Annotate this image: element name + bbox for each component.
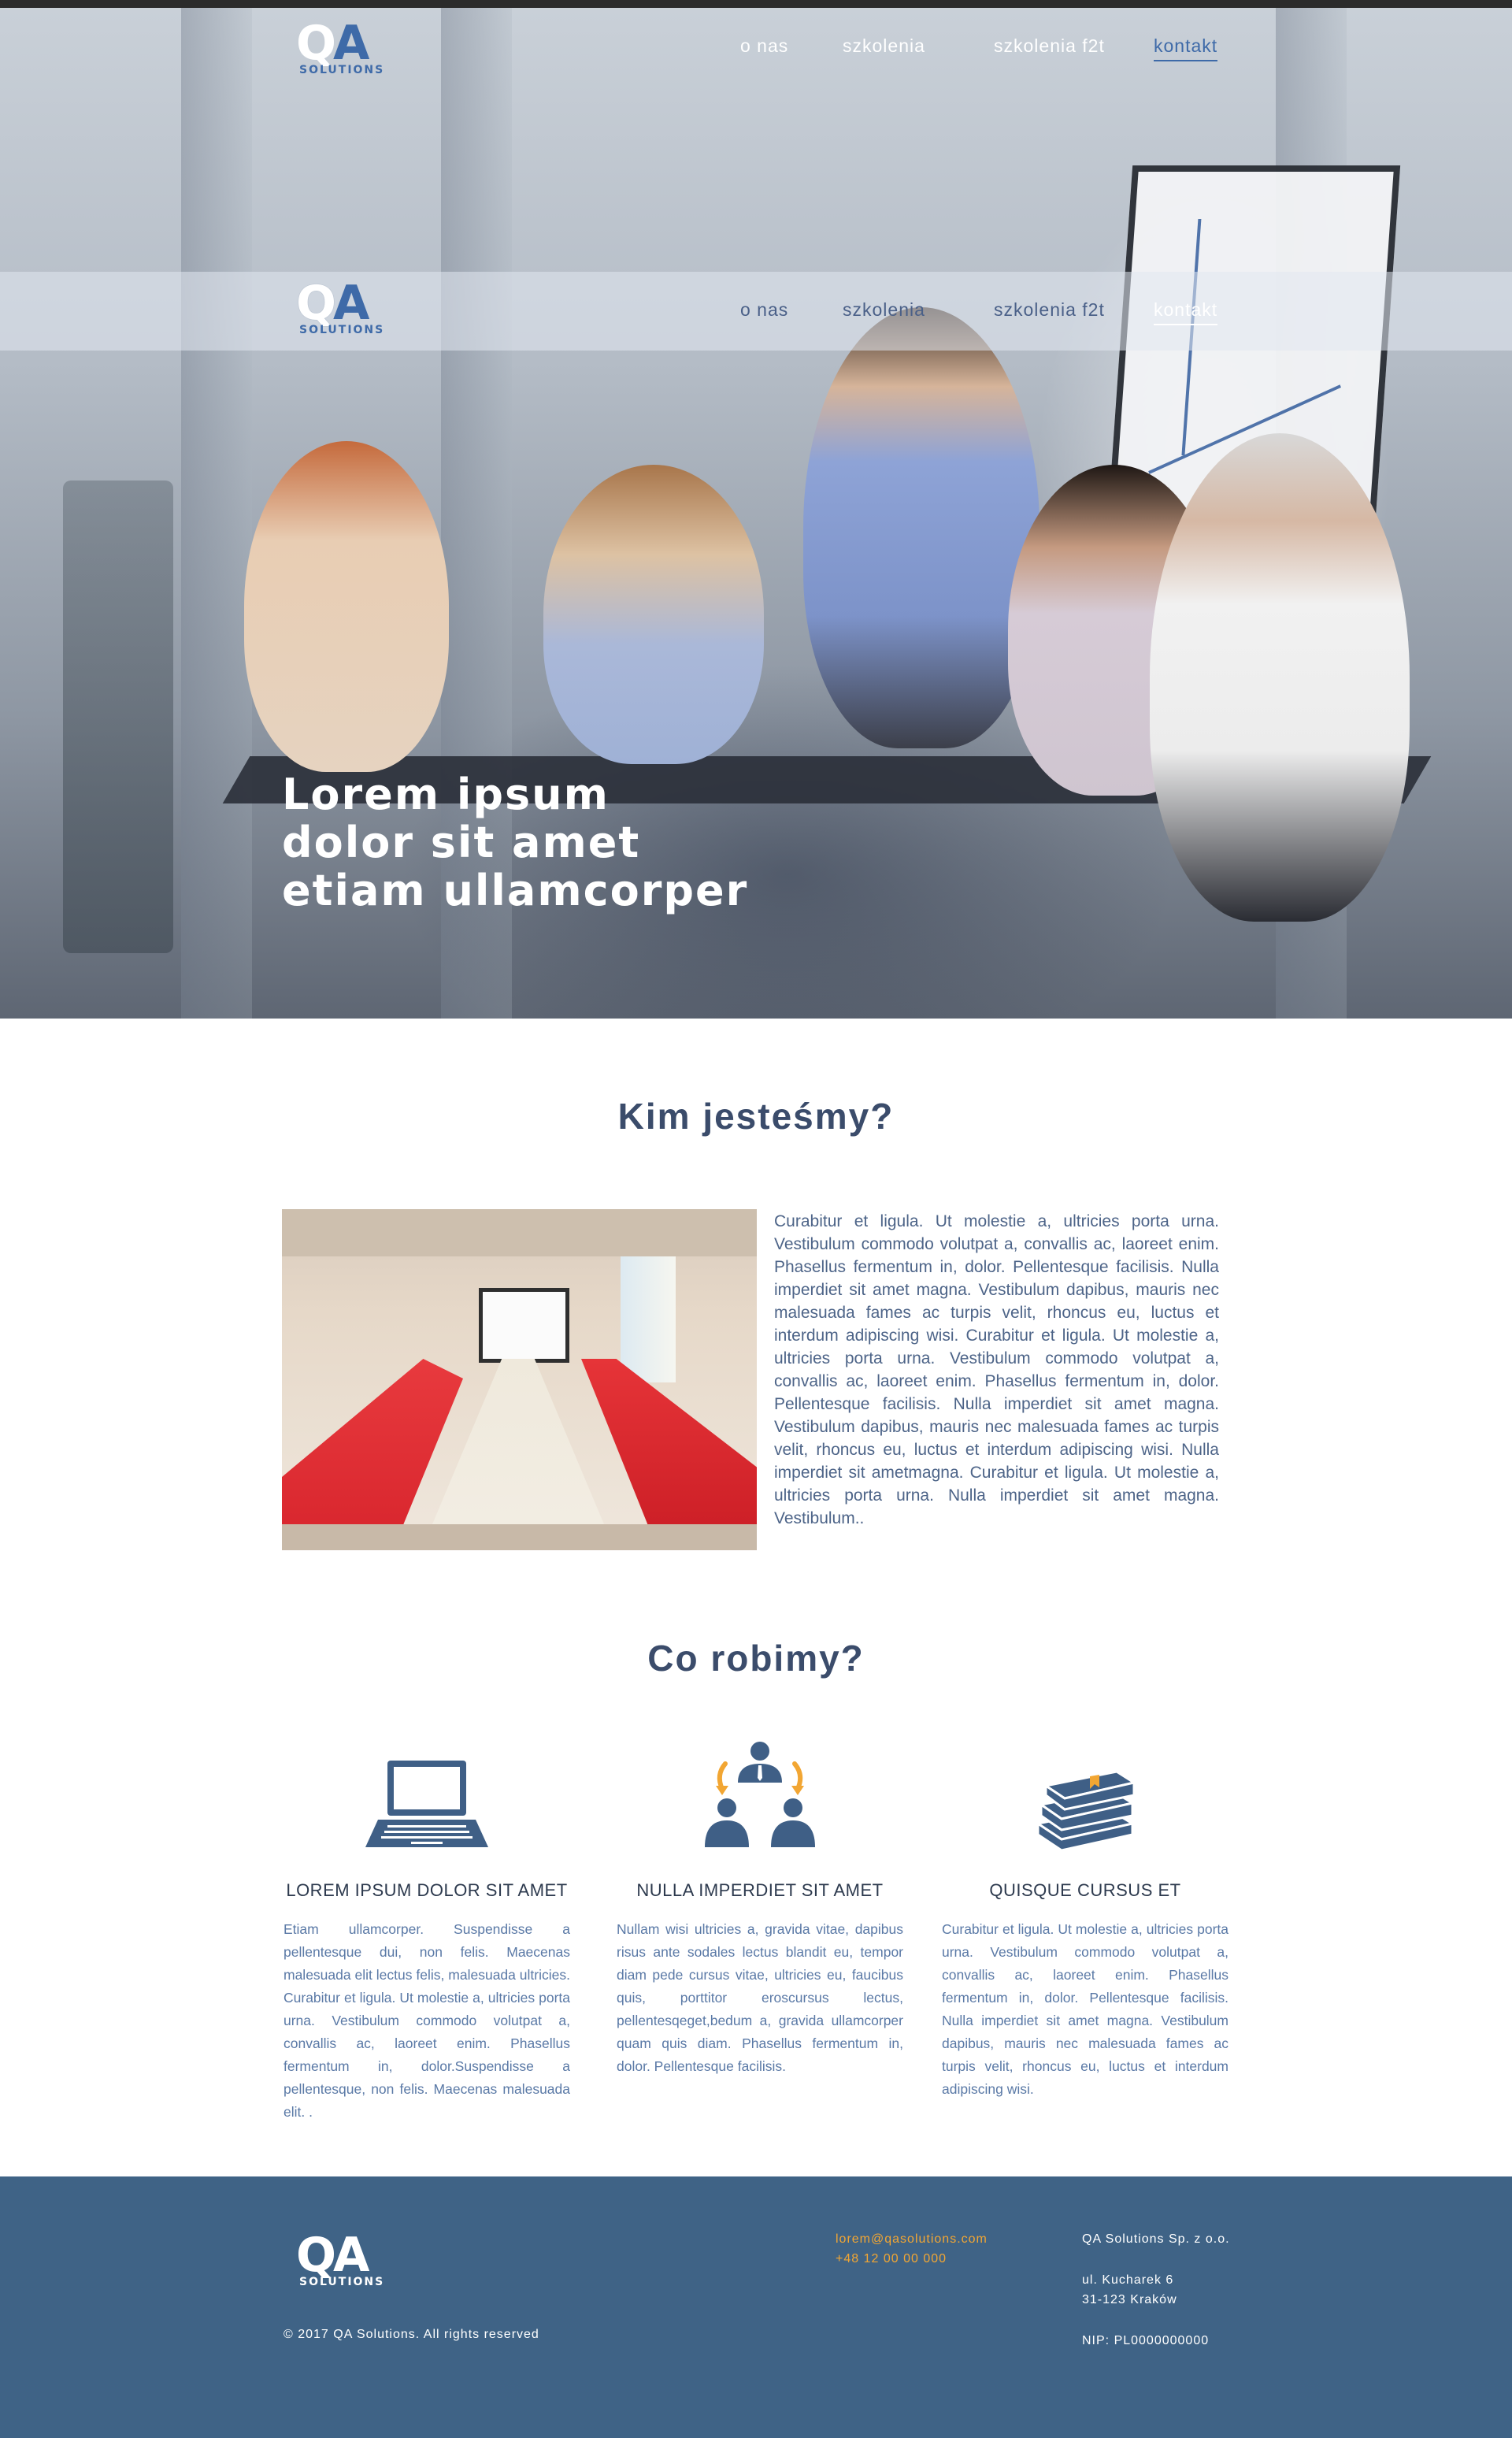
- company-nip: NIP: PL0000000000: [1082, 2334, 1210, 2347]
- logo-subtitle: SOLUTIONS: [299, 324, 385, 336]
- hero-photo-window-frame: [181, 8, 252, 1019]
- hero-photo-plant: [63, 481, 173, 953]
- hero-headline-line: etiam ullamcorper: [282, 866, 749, 915]
- nav-item-szkolenia-f2t[interactable]: szkolenia f2t: [994, 35, 1105, 60]
- service-card: NULLA IMPERDIET SIT AMET Nullam wisi ult…: [610, 1737, 910, 2078]
- service-body: Etiam ullamcorper. Suspendisse a pellent…: [284, 1921, 570, 2120]
- hero-headline-line: dolor sit amet: [282, 818, 641, 867]
- logo-a: A: [333, 16, 369, 71]
- logo-q: Q: [296, 16, 336, 71]
- service-title: LOREM IPSUM DOLOR SIT AMET: [286, 1880, 568, 1900]
- hero-photo-person: [543, 465, 764, 764]
- hero-headline-line: Lorem ipsum: [282, 770, 610, 819]
- hero-photo-person: [1150, 433, 1410, 922]
- nav-item-szkolenia[interactable]: szkolenia: [843, 35, 925, 60]
- footer-company: QA Solutions Sp. z o.o. ul. Kucharek 6 3…: [1082, 2229, 1230, 2351]
- footer-logo[interactable]: QA SOLUTIONS: [296, 2232, 398, 2295]
- footer-contact: lorem@qasolutions.com +48 12 00 00 000: [836, 2229, 988, 2269]
- company-street: ul. Kucharek 6: [1082, 2273, 1174, 2287]
- nav-item-szkolenia-f2t[interactable]: szkolenia f2t: [994, 299, 1105, 324]
- footer-email-link[interactable]: lorem@qasolutions.com: [836, 2232, 988, 2246]
- company-name: QA Solutions Sp. z o.o.: [1082, 2232, 1230, 2246]
- logo[interactable]: QA SOLUTIONS: [296, 280, 398, 343]
- footer-phone-link[interactable]: +48 12 00 00 000: [836, 2252, 947, 2265]
- about-title: Kim jesteśmy?: [617, 1096, 895, 1137]
- footer: QA SOLUTIONS © 2017 QA Solutions. All ri…: [0, 2176, 1512, 2438]
- laptop-icon: [356, 1737, 498, 1863]
- logo-q: Q: [296, 276, 336, 331]
- logo-subtitle: SOLUTIONS: [299, 64, 385, 76]
- nav-item-szkolenia[interactable]: szkolenia: [843, 299, 925, 324]
- about-text: Curabitur et ligula. Ut molestie a, ultr…: [774, 1212, 1219, 1527]
- service-body: Nullam wisi ultricies a, gravida vitae, …: [617, 1921, 903, 2074]
- nav-item-o-nas[interactable]: o nas: [740, 299, 788, 324]
- about-conference-room-image: [282, 1209, 757, 1550]
- hero-headline: Lorem ipsum dolor sit amet etiam ullamco…: [282, 770, 833, 915]
- nav-item-kontakt[interactable]: kontakt: [1154, 35, 1218, 61]
- service-title: NULLA IMPERDIET SIT AMET: [636, 1880, 884, 1900]
- hero-section: Lorem ipsum dolor sit amet etiam ullamco…: [0, 8, 1512, 1019]
- service-body: Curabitur et ligula. Ut molestie a, ultr…: [942, 1921, 1228, 2097]
- service-card: QUISQUE CURSUS ET Curabitur et ligula. U…: [936, 1737, 1235, 2101]
- books-icon: [1014, 1737, 1156, 1863]
- nav-menu: o nas szkolenia szkolenia f2t kontakt: [740, 299, 1244, 331]
- main-nav: QA SOLUTIONS o nas szkolenia szkolenia f…: [0, 8, 1512, 87]
- sticky-nav: QA SOLUTIONS o nas szkolenia szkolenia f…: [0, 272, 1512, 351]
- logo-subtitle: SOLUTIONS: [299, 2276, 385, 2288]
- copyright: © 2017 QA Solutions. All rights reserved: [284, 2328, 539, 2341]
- nav-item-o-nas[interactable]: o nas: [740, 35, 788, 60]
- hero-photo-person: [244, 441, 449, 772]
- team-icon: [689, 1737, 831, 1863]
- logo-a: A: [333, 276, 369, 331]
- logo-q: Q: [296, 2228, 336, 2283]
- nav-item-kontakt[interactable]: kontakt: [1154, 299, 1218, 325]
- hero-photo-person: [803, 307, 1040, 748]
- service-card: LOREM IPSUM DOLOR SIT AMET Etiam ullamco…: [277, 1737, 576, 2124]
- service-title: QUISQUE CURSUS ET: [989, 1880, 1181, 1900]
- nav-menu: o nas szkolenia szkolenia f2t kontakt: [740, 35, 1244, 67]
- company-city: 31-123 Kraków: [1082, 2293, 1177, 2306]
- logo-a: A: [333, 2228, 369, 2283]
- top-bar: [0, 0, 1512, 8]
- logo[interactable]: QA SOLUTIONS: [296, 20, 398, 83]
- services-title: Co robimy?: [647, 1638, 865, 1679]
